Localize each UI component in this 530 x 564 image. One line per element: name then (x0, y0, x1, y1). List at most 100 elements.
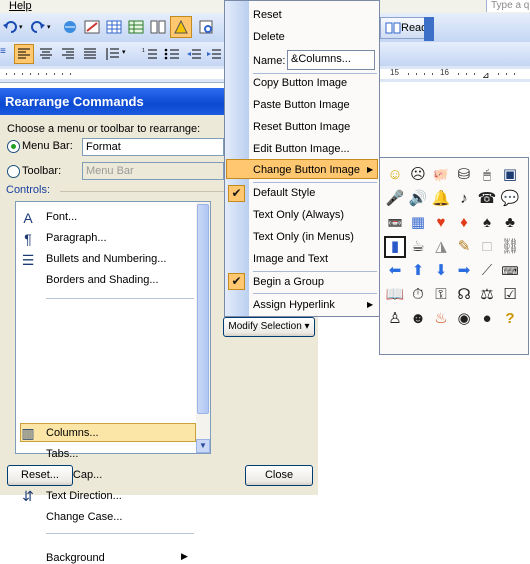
bullets-icon[interactable] (164, 46, 180, 62)
control-item-tabs[interactable]: Tabs... (46, 448, 78, 460)
scroll-thumb[interactable] (197, 204, 209, 414)
control-item-columns[interactable]: Columns... (46, 427, 99, 439)
document-area[interactable] (380, 82, 530, 157)
person-icon[interactable]: ♙ (384, 308, 406, 330)
up-arrow-icon[interactable]: ⬆ (407, 260, 429, 282)
menu-item-reset-image[interactable]: Reset Button Image (253, 121, 350, 133)
heart-icon[interactable]: ♥ (430, 212, 452, 234)
menu-item-begin-group[interactable]: Begin a Group (253, 276, 324, 288)
right-indent-marker-icon[interactable]: ⊿ (482, 70, 490, 81)
control-item-paragraph[interactable]: Paragraph... (46, 232, 107, 244)
menu-item-assign-hyperlink[interactable]: Assign Hyperlink (253, 299, 335, 311)
controls-scrollbar[interactable]: ▼ (196, 202, 210, 453)
justify-icon[interactable] (82, 46, 98, 62)
checklist-icon[interactable]: ☑ (499, 284, 521, 306)
control-item-bullets[interactable]: Bullets and Numbering... (46, 253, 166, 265)
floppy-icon[interactable]: ▣ (499, 164, 521, 186)
speaker-icon[interactable]: 🔊 (407, 188, 429, 210)
speech-bubble-icon[interactable]: 💬 (499, 188, 521, 210)
telephone-icon[interactable]: ☎ (476, 188, 498, 210)
insert-excel-icon[interactable] (128, 19, 144, 35)
menu-item-text-only-always[interactable]: Text Only (Always) (253, 209, 344, 221)
menu-bar-select[interactable]: Format (82, 138, 224, 156)
increase-indent-icon[interactable] (206, 46, 222, 62)
close-button[interactable]: Close (245, 465, 313, 486)
control-item-background[interactable]: Background (46, 552, 105, 564)
scales-icon[interactable]: ⚖ (476, 284, 498, 306)
document-area[interactable] (380, 355, 530, 495)
columns-icon[interactable] (150, 19, 166, 35)
keyboard-icon[interactable]: ⌨ (499, 260, 521, 282)
ask-question-box[interactable]: Type a q (486, 0, 530, 12)
stopwatch-icon[interactable]: ⏱ (407, 284, 429, 306)
microphone-icon[interactable]: 🎤 (384, 188, 406, 210)
menu-item-paste-image[interactable]: Paste Button Image (253, 99, 350, 111)
link-icon[interactable]: ⛓ (499, 236, 521, 258)
head-icon[interactable]: ☻ (407, 308, 429, 330)
control-item-borders[interactable]: Borders and Shading... (46, 274, 159, 286)
menu-item-reset[interactable]: Reset (253, 9, 282, 21)
paint-bucket-icon[interactable]: ⛁ (453, 164, 475, 186)
insert-table-icon[interactable] (106, 19, 122, 35)
bell-icon[interactable]: 🔔 (430, 188, 452, 210)
undo-icon[interactable] (2, 19, 18, 35)
document-map-icon[interactable] (198, 19, 214, 35)
hyperlink-icon[interactable] (62, 19, 78, 35)
modify-selection-button[interactable]: Modify Selection ▾ (223, 317, 315, 337)
redo-dropdown-icon[interactable]: ▾ (47, 23, 51, 31)
pencil-icon[interactable]: ✎ (453, 236, 475, 258)
eye-icon[interactable]: ◉ (453, 308, 475, 330)
question-icon[interactable]: ? (499, 308, 521, 330)
book-icon[interactable]: 📖 (384, 284, 406, 306)
align-center-icon[interactable] (38, 46, 54, 62)
menu-item-delete[interactable]: Delete (253, 31, 285, 43)
smiley-icon[interactable]: ☺ (384, 164, 406, 186)
calculator-icon[interactable]: ▦ (407, 212, 429, 234)
menu-item-change-image[interactable]: Change Button Image (253, 164, 360, 176)
control-item-change-case[interactable]: Change Case... (46, 511, 122, 523)
menu-item-edit-image[interactable]: Edit Button Image... (253, 143, 350, 155)
menu-bar-radio[interactable] (7, 140, 20, 153)
name-field[interactable]: &Columns... (287, 50, 375, 70)
right-arrow-icon[interactable]: ➡ (453, 260, 475, 282)
dropper-icon[interactable]: ⟋ (476, 260, 498, 282)
numbering-icon[interactable]: 1 (142, 46, 158, 62)
line-spacing-icon[interactable] (104, 46, 120, 62)
bell2-icon[interactable]: ☊ (453, 284, 475, 306)
toolbar-options-icon[interactable] (424, 17, 434, 41)
left-arrow-icon[interactable]: ⬅ (384, 260, 406, 282)
club-icon[interactable]: ♣ (499, 212, 521, 234)
cup-icon[interactable]: ☕ (407, 236, 429, 258)
menu-item-image-and-text[interactable]: Image and Text (253, 253, 328, 265)
spade-icon[interactable]: ♠ (476, 212, 498, 234)
frown-icon[interactable]: ☹ (407, 164, 429, 186)
mouse-icon[interactable]: 🖱 (476, 164, 498, 186)
mug-icon[interactable]: ▮ (384, 236, 406, 258)
8-ball-icon[interactable]: ● (476, 308, 498, 330)
triangle-icon[interactable]: ◮ (430, 236, 452, 258)
blank-icon[interactable]: □ (476, 236, 498, 258)
music-note-icon[interactable]: ♪ (453, 188, 475, 210)
diamond-icon[interactable]: ♦ (453, 212, 475, 234)
decrease-indent-icon[interactable] (186, 46, 202, 62)
toolbar-radio[interactable] (7, 165, 20, 178)
controls-list[interactable]: A Font... ¶ Paragraph... ☰ Bullets and N… (15, 201, 211, 564)
piggy-bank-icon[interactable]: 🐖 (430, 164, 452, 186)
tables-borders-icon[interactable] (84, 19, 100, 35)
reset-button[interactable]: Reset... (7, 465, 73, 486)
help-menu[interactable]: Help (9, 0, 32, 12)
read-button[interactable]: Read (380, 17, 430, 39)
control-item-font[interactable]: Font... (46, 211, 77, 223)
scroll-down-icon[interactable]: ▼ (196, 439, 210, 453)
cassette-icon[interactable]: 📼 (384, 212, 406, 234)
key-icon[interactable]: ⚿ (430, 284, 452, 306)
menu-item-default-style[interactable]: Default Style (253, 187, 315, 199)
control-item-text-direction[interactable]: Text Direction... (46, 490, 122, 502)
down-arrow-icon[interactable]: ⬇ (430, 260, 452, 282)
fire-icon[interactable]: ♨ (430, 308, 452, 330)
menu-item-copy-image[interactable]: Copy Button Image (253, 77, 347, 89)
align-right-icon[interactable] (60, 46, 76, 62)
menu-item-text-only-menus[interactable]: Text Only (in Menus) (253, 231, 354, 243)
redo-icon[interactable] (30, 19, 46, 35)
toolbar-select[interactable]: Menu Bar (82, 162, 224, 180)
